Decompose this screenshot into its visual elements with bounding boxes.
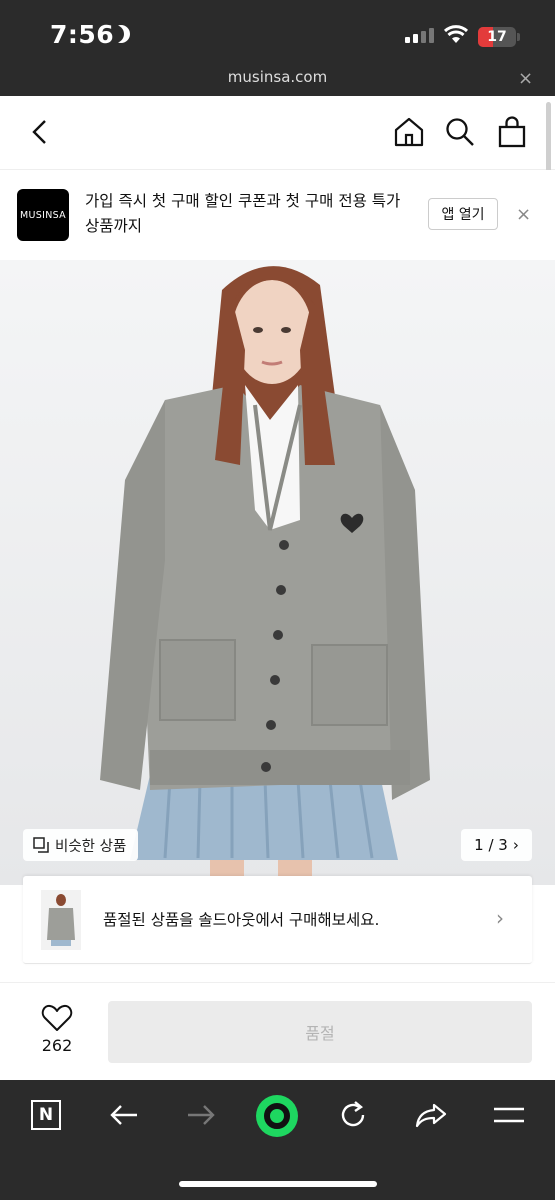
chevron-right-icon: ›: [512, 836, 519, 854]
moon-icon: [112, 25, 130, 43]
url-text[interactable]: musinsa.com: [0, 68, 555, 86]
tab-switcher-button[interactable]: N: [23, 1092, 69, 1138]
share-icon[interactable]: [408, 1092, 454, 1138]
battery-icon: 17: [478, 27, 516, 47]
app-install-banner: MUSINSA 가입 즉시 첫 구매 할인 쿠폰과 첫 구매 전용 특가 상품까…: [0, 170, 555, 260]
status-time: 7:56: [50, 20, 115, 49]
status-bar: 7:56 17: [0, 0, 555, 62]
soldout-message: 품절된 상품을 솔드아웃에서 구매해보세요.: [103, 911, 380, 929]
scrollbar[interactable]: [546, 102, 551, 180]
cellular-signal-icon: [405, 28, 434, 43]
app-banner-message: 가입 즉시 첫 구매 할인 쿠폰과 첫 구매 전용 특가 상품까지: [85, 192, 401, 235]
refresh-icon[interactable]: [330, 1092, 376, 1138]
product-photo: [0, 260, 555, 885]
forward-arrow-icon[interactable]: [178, 1092, 224, 1138]
product-thumbnail: [41, 890, 81, 950]
close-banner-icon[interactable]: ×: [516, 204, 531, 225]
back-arrow-icon[interactable]: [101, 1092, 147, 1138]
tab-label: N: [31, 1100, 61, 1130]
back-icon[interactable]: [22, 114, 58, 150]
like-count: 262: [41, 1036, 73, 1055]
open-app-button[interactable]: 앱 열기: [428, 198, 498, 230]
similar-products-label: 비슷한 상품: [55, 838, 127, 855]
url-bar[interactable]: musinsa.com ×: [0, 62, 555, 96]
battery-tip: [517, 33, 520, 41]
home-indicator: [179, 1181, 377, 1187]
cart-icon[interactable]: [494, 114, 530, 150]
image-counter-text: 1 / 3: [474, 836, 508, 854]
divider: [0, 982, 555, 983]
home-icon[interactable]: [391, 114, 427, 150]
menu-icon[interactable]: [486, 1092, 532, 1138]
search-icon[interactable]: [442, 114, 478, 150]
chevron-right-icon: ›: [496, 906, 504, 930]
wifi-icon: [443, 24, 469, 48]
soldout-card[interactable]: 품절된 상품을 솔드아웃에서 구매해보세요. ›: [23, 876, 532, 964]
battery-level: 17: [487, 29, 507, 45]
musinsa-logo: MUSINSA: [17, 189, 69, 241]
product-image[interactable]: 비슷한 상품 1 / 3 ›: [0, 260, 555, 885]
image-counter[interactable]: 1 / 3 ›: [461, 829, 532, 861]
green-dot-icon[interactable]: [254, 1093, 300, 1139]
soldout-button: 품절: [108, 1001, 532, 1063]
similar-products-button[interactable]: 비슷한 상품: [23, 829, 139, 861]
heart-icon[interactable]: [41, 1004, 73, 1036]
copy-icon: [33, 837, 49, 853]
url-close-icon[interactable]: ×: [518, 68, 533, 89]
site-header: [0, 96, 555, 170]
